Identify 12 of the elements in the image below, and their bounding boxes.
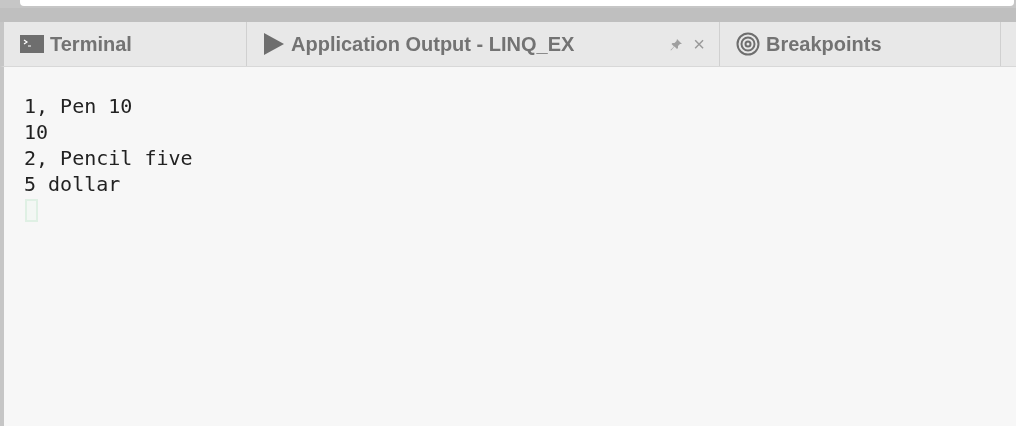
output-line: 2, Pencil five [24,145,194,171]
target-icon [736,32,760,56]
terminal-icon [20,35,44,53]
output-line: 1, Pen 10 [24,93,134,119]
tab-label: Terminal [50,32,132,57]
tab-label: Breakpoints [766,32,882,57]
tab-label: Application Output - LINQ_EX [291,32,575,57]
close-button[interactable]: × [693,34,705,54]
pin-icon[interactable] [670,37,684,51]
output-line: 10 [24,119,50,145]
output-line: 5 dollar [24,171,122,197]
play-icon [263,32,285,56]
